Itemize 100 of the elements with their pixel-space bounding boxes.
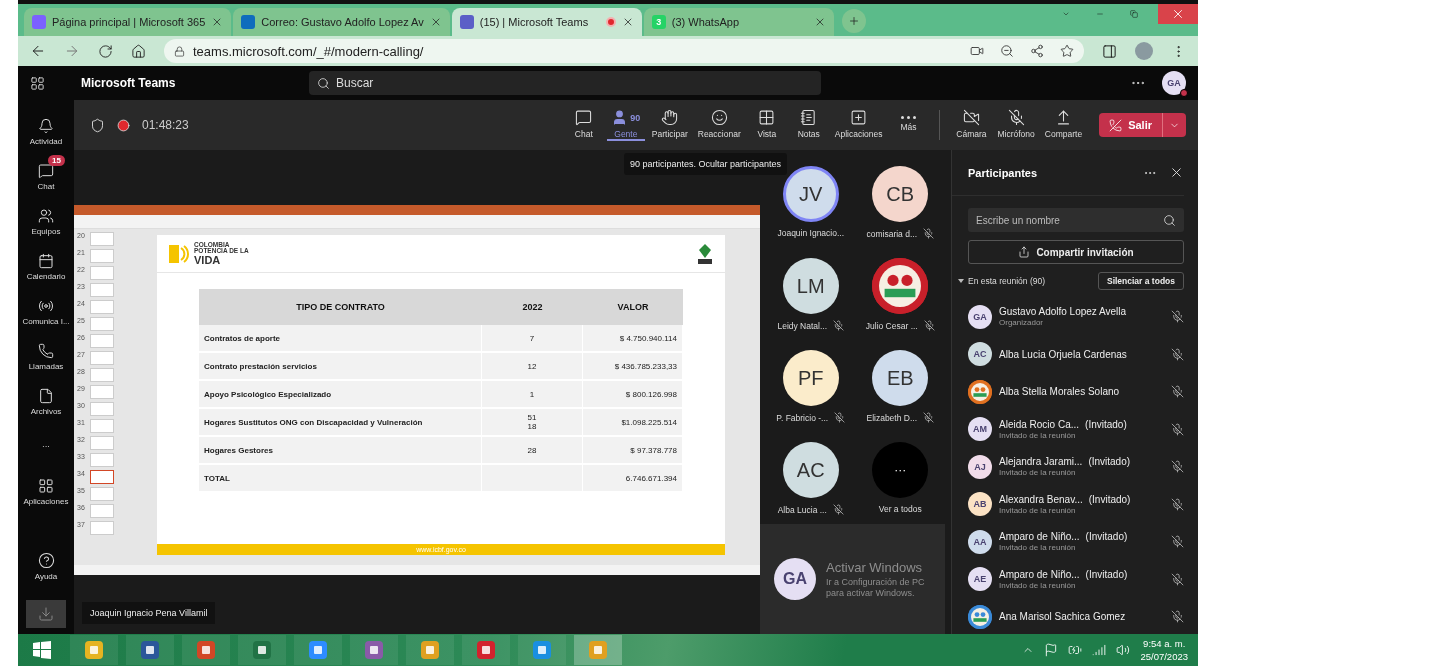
slide-thumbnail[interactable] <box>90 385 114 399</box>
slide-thumbnail[interactable] <box>90 334 114 348</box>
side-panel-icon[interactable] <box>1102 43 1117 59</box>
reload-icon[interactable] <box>98 43 113 59</box>
rail-item[interactable]: Chat 15 <box>18 155 74 198</box>
download-button[interactable] <box>26 600 66 628</box>
browser-tab[interactable]: (15) | Microsoft Teams <box>451 8 642 36</box>
home-icon[interactable] <box>131 43 146 59</box>
slide-thumbnail[interactable] <box>90 317 114 331</box>
leave-options-button[interactable] <box>1162 113 1186 137</box>
toolbar-button[interactable]: Vista <box>747 109 786 141</box>
participant-row[interactable]: AA Amparo de Niño... (Invitado) Invitado de la reunión <box>952 523 1184 561</box>
rail-item[interactable]: Comunica I... <box>18 290 74 333</box>
table-cell: $ 4.750.940.114 <box>583 325 683 353</box>
taskbar-app[interactable] <box>70 635 118 665</box>
rail-item[interactable]: Archivos <box>18 380 74 423</box>
participant-avatar: JV <box>782 166 839 222</box>
flag-icon[interactable] <box>1044 643 1059 657</box>
slide-thumbnail[interactable] <box>90 470 114 484</box>
leave-button[interactable]: Salir <box>1099 113 1162 137</box>
table-header: TIPO DE CONTRATO <box>199 289 482 325</box>
share-invite-button[interactable]: Compartir invitación <box>968 240 1184 264</box>
taskbar-app[interactable] <box>406 635 454 665</box>
slide-thumbnail[interactable] <box>90 487 114 501</box>
activation-title: Activar Windows <box>826 559 924 575</box>
rail-item[interactable]: Aplicaciones <box>18 470 74 513</box>
bookmark-star-icon[interactable] <box>1060 44 1074 58</box>
participant-row[interactable]: Alba Stella Morales Solano <box>952 373 1184 411</box>
participant-row[interactable]: AB Alexandra Benav... (Invitado) Invitado de la reunión <box>952 485 1184 523</box>
slide-thumbnail[interactable] <box>90 368 114 382</box>
share-icon <box>1018 246 1031 258</box>
profile-picture[interactable] <box>1135 42 1153 60</box>
slide-thumbnail[interactable] <box>90 402 114 416</box>
close-icon[interactable] <box>1169 165 1184 180</box>
slide-thumbnail[interactable] <box>90 232 114 246</box>
slide-thumbnail[interactable] <box>90 419 114 433</box>
taskbar-app[interactable] <box>350 635 398 665</box>
search-field[interactable]: Escribe un nombre <box>968 208 1184 232</box>
address-bar[interactable]: teams.microsoft.com/_#/modern-calling/ <box>164 39 1084 63</box>
taskbar-app[interactable] <box>238 635 286 665</box>
slide-thumbnail[interactable] <box>90 300 114 314</box>
taskbar-app[interactable] <box>294 635 342 665</box>
tab-title: Página principal | Microsoft 365 <box>52 16 206 28</box>
toolbar-button[interactable]: Aplicaciones <box>831 109 886 141</box>
search-field[interactable]: Buscar <box>309 71 821 95</box>
back-icon[interactable] <box>30 43 46 59</box>
rail-item[interactable]: ··· <box>18 425 74 468</box>
participant-row[interactable]: Ana Marisol Sachica Gomez <box>952 598 1184 634</box>
mic-off-icon <box>833 320 845 331</box>
taskbar-app[interactable] <box>182 635 230 665</box>
zoom-icon[interactable] <box>1000 44 1014 58</box>
clock[interactable]: 9:54 a. m. 25/07/2023 <box>1140 638 1188 662</box>
toolbar-button[interactable]: Más <box>889 116 928 134</box>
user-avatar[interactable]: GA <box>1162 71 1186 95</box>
device-button[interactable]: Cámara <box>952 109 991 141</box>
file-icon <box>38 387 54 404</box>
share-icon[interactable] <box>1030 44 1044 58</box>
toolbar-button[interactable]: Reaccionar <box>694 109 744 141</box>
slide-thumbnail[interactable] <box>90 283 114 297</box>
help-item[interactable]: Ayuda <box>18 545 74 588</box>
battery-icon[interactable] <box>1068 643 1083 657</box>
slide-thumbnail[interactable] <box>90 351 114 365</box>
slide-thumbnail[interactable] <box>90 266 114 280</box>
camera-icon[interactable] <box>970 44 984 58</box>
more-participants[interactable]: ··· <box>872 442 929 498</box>
browser-tab[interactable]: 3 (3) WhatsApp <box>643 8 834 36</box>
toolbar-button[interactable]: Notas <box>789 109 828 141</box>
new-tab-button[interactable] <box>841 9 866 33</box>
toolbar-button[interactable]: Participar <box>648 109 691 141</box>
participant-row[interactable]: AC Alba Lucia Orjuela Cardenas <box>952 335 1184 373</box>
slide-thumbnail[interactable] <box>90 249 114 263</box>
participant-row[interactable]: AJ Alejandra Jarami... (Invitado) Invitado de la reunión <box>952 448 1184 486</box>
slide-thumbnail[interactable] <box>90 453 114 467</box>
taskbar-app[interactable] <box>462 635 510 665</box>
rail-item[interactable]: Llamadas <box>18 335 74 378</box>
table-cell: Apoyo Psicológico Especializado <box>199 381 482 409</box>
toolbar-button[interactable]: Chat <box>564 109 603 141</box>
device-button[interactable]: Comparte <box>1041 109 1086 141</box>
slide-thumbnail[interactable] <box>90 436 114 450</box>
rail-item[interactable]: Equipos <box>18 200 74 243</box>
app-launcher-icon[interactable] <box>30 75 45 91</box>
volume-icon[interactable] <box>1116 643 1131 657</box>
participant-row[interactable]: AM Aleida Rocio Ca... (Invitado) Invitado de la reunión <box>952 410 1184 448</box>
slide-thumbnail[interactable] <box>90 504 114 518</box>
slide-thumbnail[interactable] <box>90 521 114 535</box>
section-toggle[interactable]: En esta reunión (90) <box>958 276 1046 286</box>
participant-row[interactable]: AE Amparo de Niño... (Invitado) Invitado de la reunión <box>952 560 1184 598</box>
browser-tab[interactable]: Correo: Gustavo Adolfo Lopez Av <box>233 8 450 36</box>
signal-icon[interactable] <box>1092 643 1107 657</box>
mute-all-button[interactable]: Silenciar a todos <box>1097 272 1184 290</box>
browser-tab[interactable]: Página principal | Microsoft 365 <box>24 8 232 36</box>
taskbar-app[interactable] <box>126 635 174 665</box>
taskbar-app[interactable] <box>518 635 566 665</box>
app-icon <box>307 639 329 661</box>
device-button[interactable]: Micrófono <box>994 109 1038 141</box>
forward-icon[interactable] <box>64 43 80 59</box>
rail-item[interactable]: Actividad <box>18 110 74 153</box>
toolbar-button[interactable]: 90 Gente <box>606 109 645 141</box>
rail-item[interactable]: Calendario <box>18 245 74 288</box>
participant-row[interactable]: GA Gustavo Adolfo Lopez Avella Organizador <box>952 298 1184 336</box>
